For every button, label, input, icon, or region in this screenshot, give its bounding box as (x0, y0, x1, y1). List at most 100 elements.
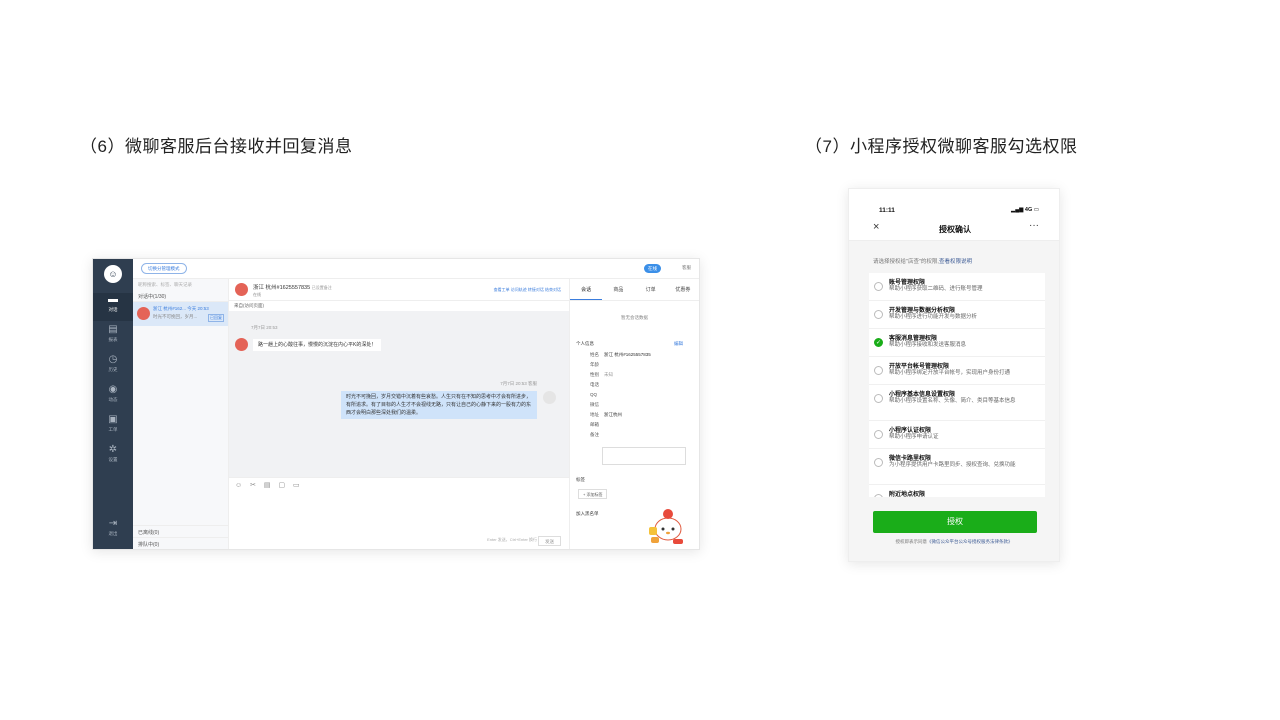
permission-item[interactable]: 小程序认证权限 帮助小程序申请认证 (869, 421, 1045, 449)
tab-session[interactable]: 会话 (570, 279, 603, 300)
field-label: 微信 (590, 402, 599, 407)
no-data-text: 暂无会话数据 (621, 315, 648, 320)
avatar (543, 391, 556, 404)
permission-desc: 帮助小程序绑定开放平台帐号，实现用户身份打通 (889, 370, 1011, 376)
permission-desc: 帮助小程序接收和发送客服消息 (889, 342, 967, 348)
nav-item-history[interactable]: ◷ 历史 (93, 353, 133, 381)
chat-actions[interactable]: 查看工单 访问轨迹 转接对话 结束对话 (494, 287, 561, 293)
admin-sidebar: ☺ ▬ 对话 ▤ 报表 ◷ 历史 ◉ 动态 ▣ 工单 ✲ 设置 ⇥ 退出 (93, 259, 133, 549)
nav-item-activity[interactable]: ◉ 动态 (93, 383, 133, 411)
clock: 11:11 (879, 207, 895, 214)
field-label: QQ (590, 392, 598, 397)
permission-item[interactable]: 开放平台帐号管理权限 帮助小程序绑定开放平台帐号，实现用户身份打通 (869, 357, 1045, 385)
checkbox[interactable] (874, 394, 883, 403)
nav-item-chat[interactable]: ▬ 对话 (93, 293, 133, 321)
permission-item[interactable]: ✓ 客服消息管理权限 帮助小程序接收和发送客服消息 (869, 329, 1045, 357)
conversation-name: 浙江 杭州#162... 今天 20:53 (153, 306, 209, 311)
field-label: 性别 (590, 372, 599, 377)
permission-title: 微信卡路里权限 (889, 456, 932, 462)
send-button[interactable]: 发送 (538, 536, 561, 546)
permission-desc: 为小程序提供用户卡路里同步、授权查询、兑换功能 (889, 462, 1016, 468)
message-time: 7月7日 20:53 客服 (500, 381, 537, 386)
avatar (235, 338, 248, 351)
permission-description: 请选择授权给"店查"的权限,查看权限说明 (873, 259, 972, 265)
field-label: 姓名 (590, 352, 599, 357)
permission-title: 开发管理与数据分析权限 (889, 308, 956, 314)
blacklist-button[interactable]: 加入黑名单 (576, 511, 599, 517)
report-icon: ▤ (108, 324, 118, 335)
field-label: 电话 (590, 382, 599, 387)
checkbox[interactable] (874, 494, 883, 497)
field-label: 备注 (590, 432, 599, 437)
message-incoming: 路一趟上的心酸往事，慢慢的沉淀在内心平K的深处！ (253, 339, 382, 351)
permission-item[interactable]: 账号管理权限 帮助小程序获取二维码、进行账号管理 (869, 273, 1045, 301)
user-menu[interactable]: 客服 (682, 265, 691, 271)
tab-orders[interactable]: 订单 (635, 279, 667, 300)
search-input[interactable]: 昵称搜索、标签、聊天记录 (133, 279, 228, 291)
ticket-icon: ▣ (108, 414, 118, 425)
edit-profile-button[interactable]: 编辑 (674, 341, 683, 347)
checkbox[interactable] (874, 366, 883, 375)
message-input[interactable]: ☺ ✂ ▤ ▢ ▭ Enter 发送，Ctrl+Enter 换行 发送 (229, 477, 569, 549)
history-icon: ◷ (108, 354, 118, 365)
dialog-count[interactable]: 对话中(1/30) (133, 291, 228, 302)
offline-group[interactable]: 已离线(0) (133, 525, 228, 537)
permission-item[interactable]: 附近地点权限 (869, 485, 1045, 497)
permission-item[interactable]: 小程序基本信息设置权限 帮助小程序设置名称、头像、简介、类目等基本信息 (869, 385, 1045, 421)
checkbox[interactable] (874, 310, 883, 319)
exit-icon: ⇥ (108, 518, 118, 529)
info-tabs: 会话 商品 订单 优惠券 (570, 279, 699, 301)
field-label: 年龄 (590, 362, 599, 367)
source-page: 来自(访问页面) (229, 301, 569, 311)
agreement-text: 授权即表示同意《微信公众平台公众号授权服务法律条款》 (895, 539, 1013, 544)
permission-item[interactable]: 微信卡路里权限 为小程序提供用户卡路里同步、授权查询、兑换功能 (869, 449, 1045, 485)
permission-item[interactable]: 开发管理与数据分析权限 帮助小程序进行功能开发与数据分析 (869, 301, 1045, 329)
queue-group[interactable]: 排队中(0) (133, 537, 228, 549)
permission-desc: 帮助小程序设置名称、头像、简介、类目等基本信息 (889, 398, 1016, 404)
more-icon[interactable]: ··· (1029, 220, 1039, 231)
title-bar: × 授权确认 ··· (849, 217, 1059, 241)
permission-desc: 帮助小程序进行功能开发与数据分析 (889, 314, 978, 320)
checkbox-checked[interactable]: ✓ (874, 338, 883, 347)
online-status-toggle[interactable]: 在线 (644, 264, 661, 273)
chat-panel: 浙江 杭州#1625557835 已设置备注 在线 查看工单 访问轨迹 转接对话… (229, 279, 569, 549)
checkbox[interactable] (874, 458, 883, 467)
remark-textarea[interactable] (602, 447, 686, 465)
status-bar: 11:11 ▂▄▆ 4G ▭ (849, 189, 1059, 217)
customer-info-panel: 会话 商品 订单 优惠券 暂无会话数据 个人信息 编辑 姓名 浙江 杭州#1625… (569, 279, 699, 549)
permission-title: 小程序基本信息设置权限 (889, 392, 956, 398)
input-hint: Enter 发送，Ctrl+Enter 换行 (487, 537, 537, 542)
permission-desc: 帮助小程序获取二维码、进行账号管理 (889, 286, 983, 292)
message-outgoing: 时光不可挽回，岁月交错中沉着有些哀愁。人生只有在不知的思考中才会有所进步，有所追… (341, 391, 537, 419)
field-value[interactable]: 未知 (604, 372, 613, 378)
message-time: 7月7日 20:53 (251, 325, 278, 330)
conversation-preview: 时光不可挽回，岁月... (153, 314, 198, 319)
agreement-link[interactable]: 《微信公众平台公众号授权服务法律条款》 (927, 539, 1013, 544)
authorize-button[interactable]: 授权 (873, 511, 1037, 533)
toolbar-icons[interactable]: ☺ ✂ ▤ ▢ ▭ (235, 481, 303, 489)
add-tag-button[interactable]: + 添加标签 (578, 489, 608, 499)
visitor-state: 在线 (253, 292, 261, 297)
permission-title: 附近地点权限 (889, 492, 926, 497)
checkbox[interactable] (874, 430, 883, 439)
avatar (235, 283, 248, 296)
checkbox[interactable] (874, 282, 883, 291)
chat-icon: ▬ (108, 294, 118, 305)
nav-item-exit[interactable]: ⇥ 退出 (93, 517, 133, 545)
permission-title: 开放平台帐号管理权限 (889, 364, 950, 370)
nav-item-settings[interactable]: ✲ 设置 (93, 443, 133, 471)
admin-screenshot: ☺ ▬ 对话 ▤ 报表 ◷ 历史 ◉ 动态 ▣ 工单 ✲ 设置 ⇥ 退出 切换分管理模式 在线… (92, 258, 700, 550)
switch-mode-button[interactable]: 切换分管理模式 (141, 263, 187, 274)
permission-help-link[interactable]: 查看权限说明 (939, 259, 972, 265)
logo-icon: ☺ (104, 265, 122, 283)
nav-item-ticket[interactable]: ▣ 工单 (93, 413, 133, 441)
field-label: 邮箱 (590, 422, 599, 427)
admin-topbar: 切换分管理模式 在线 客服 (133, 259, 699, 279)
nav-item-report[interactable]: ▤ 报表 (93, 323, 133, 351)
tab-coupons[interactable]: 优惠券 (667, 279, 699, 300)
caption-admin: （6）微聊客服后台接收并回复消息 (80, 137, 353, 156)
conversation-item[interactable]: 浙江 杭州#162... 今天 20:53 时光不可挽回，岁月... 已回复 (133, 302, 228, 326)
tab-goods[interactable]: 商品 (602, 279, 634, 300)
tags-title: 标签 (576, 477, 585, 482)
permission-title: 客服消息管理权限 (889, 336, 938, 342)
